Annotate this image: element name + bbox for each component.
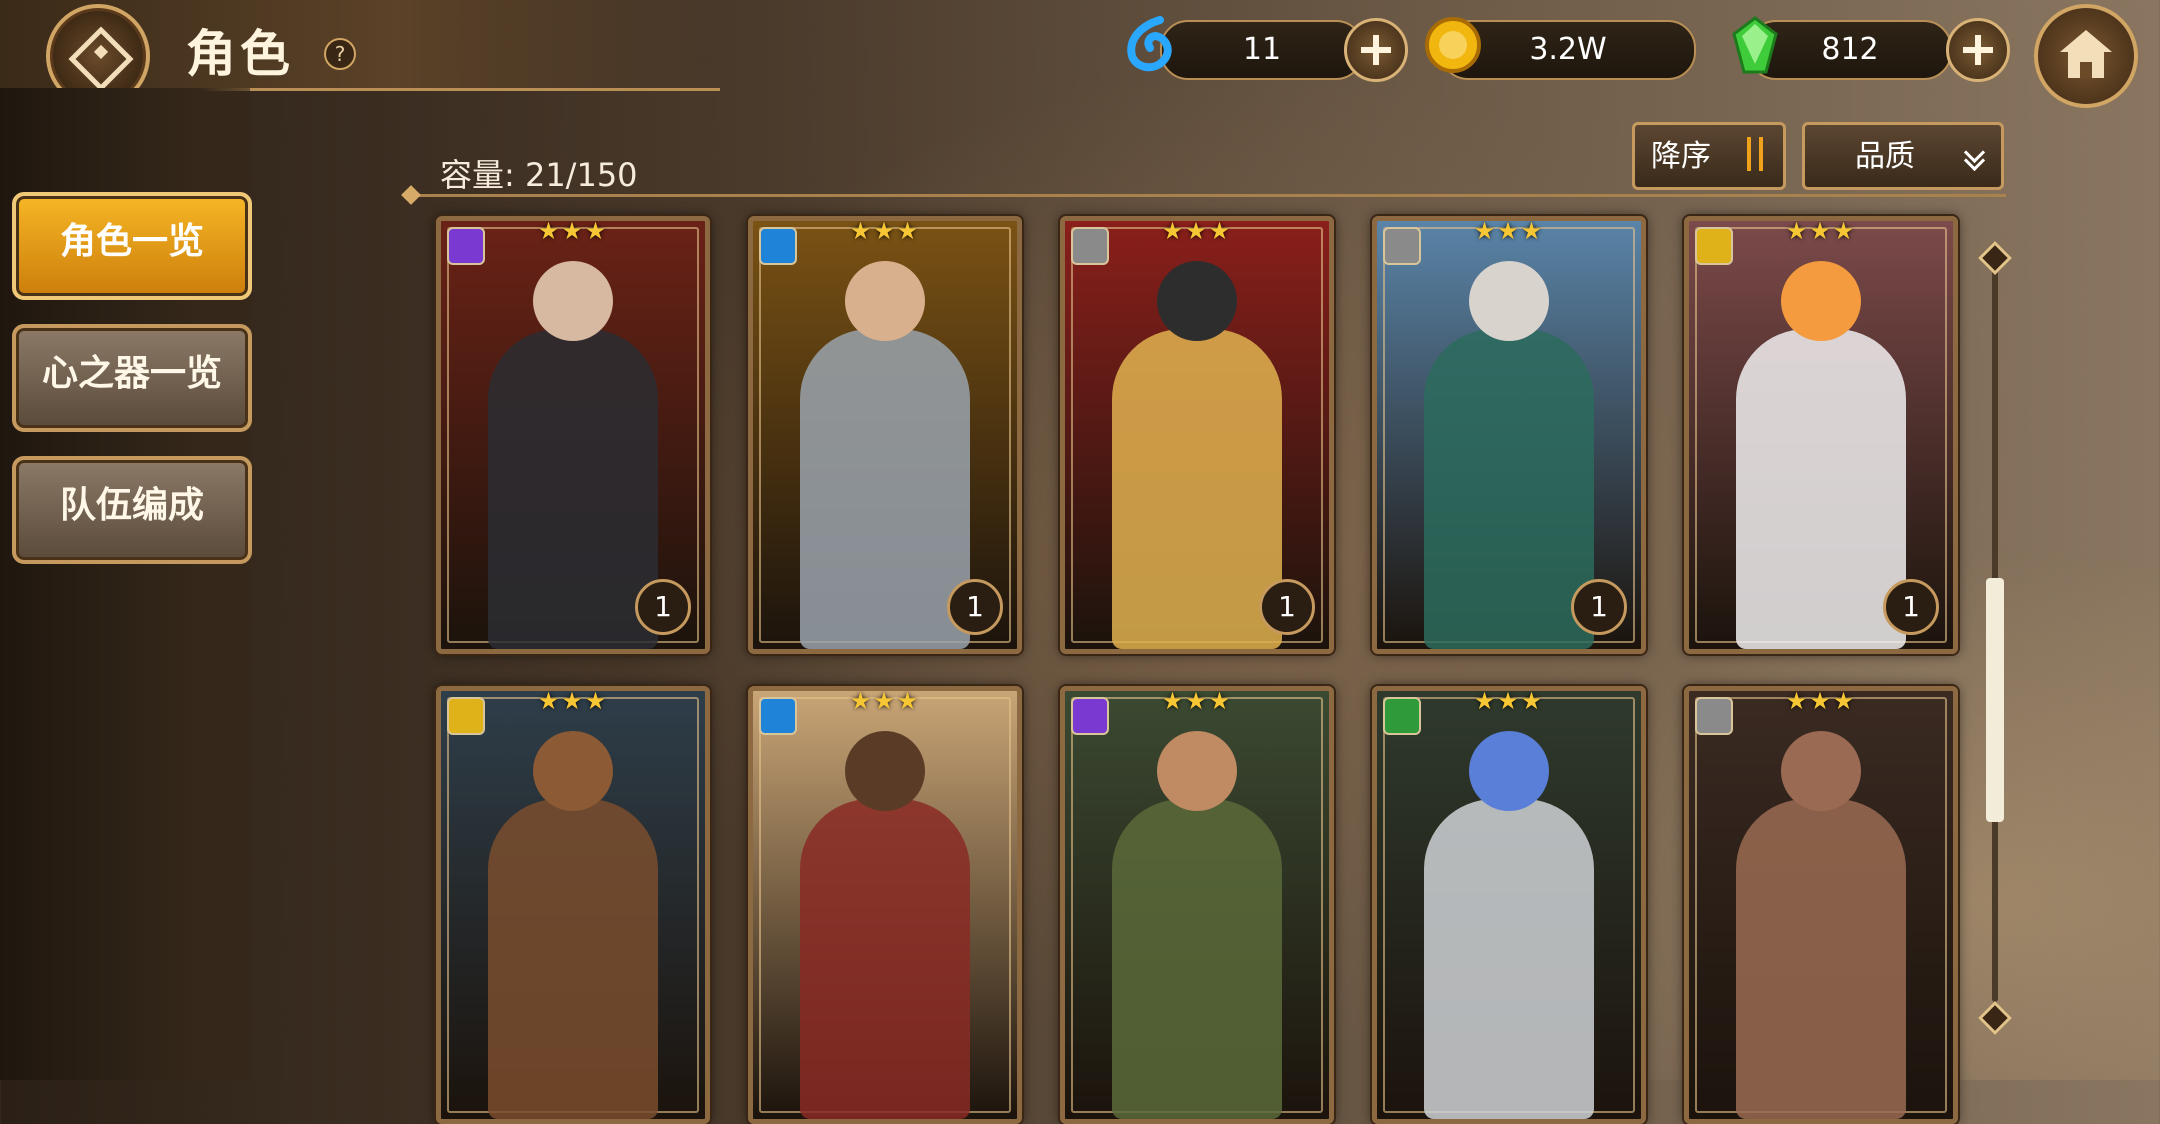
rarity-stars: ★★★ (849, 217, 921, 245)
character-card[interactable]: ★★★ 1 (748, 216, 1022, 654)
rarity-stars: ★★★ (1473, 217, 1545, 245)
diamond-back-icon (68, 26, 134, 92)
character-head (1469, 261, 1549, 341)
menu-item-heart-vessel-list[interactable]: 心之器一览 (12, 324, 252, 432)
character-figure (800, 329, 970, 649)
character-figure (1112, 799, 1282, 1119)
quality-filter-select[interactable]: 品质 (1802, 122, 2004, 190)
rarity-stars: ★★★ (1785, 687, 1857, 715)
home-button[interactable] (2034, 4, 2138, 108)
scrollbar-thumb[interactable] (1986, 578, 2004, 822)
rarity-stars: ★★★ (1473, 687, 1545, 715)
character-head (1781, 731, 1861, 811)
sort-arrows-icon (1741, 137, 1771, 177)
rarity-stars: ★★★ (1161, 217, 1233, 245)
green-crystal-icon (1732, 16, 1778, 74)
character-figure (1112, 329, 1282, 649)
character-card[interactable]: ★★★ 1 (436, 216, 710, 654)
character-head (1157, 261, 1237, 341)
level-badge: 1 (1259, 579, 1315, 635)
character-figure (1736, 799, 1906, 1119)
rarity-stars: ★★★ (537, 217, 609, 245)
character-card[interactable]: ★★★ (436, 686, 710, 1124)
character-figure (800, 799, 970, 1119)
menu-item-team-formation[interactable]: 队伍编成 (12, 456, 252, 564)
character-card[interactable]: ★★★ (1060, 686, 1334, 1124)
character-card[interactable]: ★★★ 1 (1684, 216, 1958, 654)
capacity-divider (410, 194, 2006, 197)
character-figure (1424, 799, 1594, 1119)
character-card[interactable]: ★★★ (1372, 686, 1646, 1124)
add-water-button[interactable] (1344, 18, 1408, 82)
character-head (533, 731, 613, 811)
character-figure (1736, 329, 1906, 649)
rarity-stars: ★★★ (1161, 687, 1233, 715)
scroll-bottom-cap (1978, 1001, 2012, 1035)
level-badge: 1 (1571, 579, 1627, 635)
character-head (1157, 731, 1237, 811)
character-head (845, 261, 925, 341)
menu-item-character-list[interactable]: 角色一览 (12, 192, 252, 300)
home-icon (2060, 30, 2112, 52)
rarity-stars: ★★★ (1785, 217, 1857, 245)
rarity-stars: ★★★ (849, 687, 921, 715)
help-icon[interactable]: ? (324, 38, 356, 70)
level-badge: 1 (1883, 579, 1939, 635)
character-card[interactable]: ★★★ 1 (1372, 216, 1646, 654)
page-title: 角色 (186, 25, 294, 83)
rarity-stars: ★★★ (537, 687, 609, 715)
character-figure (1424, 329, 1594, 649)
quality-filter-label: 品质 (1855, 139, 1915, 174)
scroll-top-cap (1978, 241, 2012, 275)
level-badge: 1 (947, 579, 1003, 635)
character-figure (488, 799, 658, 1119)
character-head (1781, 261, 1861, 341)
character-card[interactable]: ★★★ (748, 686, 1022, 1124)
character-card[interactable]: ★★★ 1 (1060, 216, 1334, 654)
character-head (533, 261, 613, 341)
currency-water-value: 11 (1242, 32, 1282, 67)
character-head (845, 731, 925, 811)
level-badge: 1 (635, 579, 691, 635)
character-head (1469, 731, 1549, 811)
blue-water-drop-icon (1127, 16, 1172, 72)
add-crystal-button[interactable] (1946, 18, 2010, 82)
sort-order-label: 降序 (1651, 139, 1711, 174)
gold-coin-icon (1425, 17, 1481, 73)
chevron-down-icon (1965, 147, 1987, 169)
capacity-label: 容量: 21/150 (440, 156, 638, 194)
currency-water: 11 (1160, 20, 1364, 80)
sort-order-button[interactable]: 降序 (1632, 122, 1786, 190)
character-figure (488, 329, 658, 649)
character-card[interactable]: ★★★ (1684, 686, 1958, 1124)
